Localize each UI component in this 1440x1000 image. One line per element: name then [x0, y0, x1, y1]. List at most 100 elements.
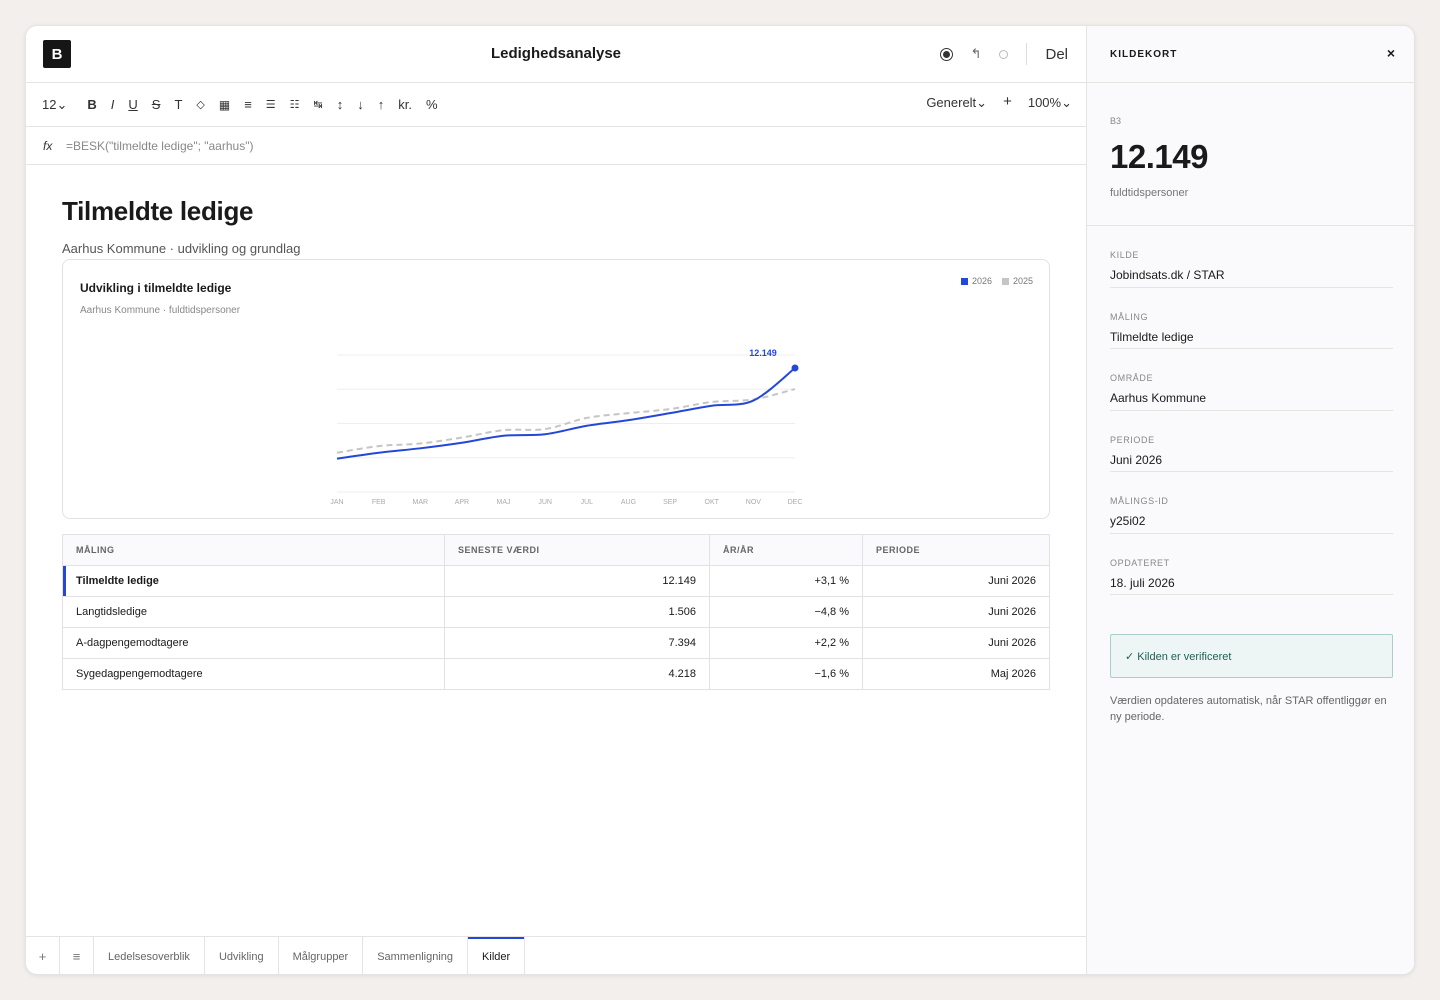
row-height-icon[interactable]: ↕: [337, 97, 344, 112]
sheet-tabs: + ≡ Ledelsesoverblik Udvikling Målgruppe…: [26, 936, 1086, 974]
italic-icon[interactable]: I: [111, 97, 115, 112]
record-icon[interactable]: [939, 47, 953, 61]
formula-input[interactable]: =BESK("tilmeldte ledige"; "aarhus"): [66, 139, 253, 153]
table-cell[interactable]: 1.506: [444, 596, 710, 628]
col-header-yoy[interactable]: ÅR/ÅR: [709, 534, 863, 566]
col-header-period[interactable]: PERIODE: [862, 534, 1050, 566]
zoom-select[interactable]: 100%⌄: [1028, 95, 1072, 111]
table-cell[interactable]: 12.149: [444, 565, 710, 597]
format-toolbar: 12⌄ B I U S T ◇ ▦ ≡ ☰ ☷ ↹ ↕ ↓ ↑ kr. % Ge…: [26, 83, 1086, 127]
tab-ledelsesoverblik[interactable]: Ledelsesoverblik: [94, 937, 205, 974]
field-updated: OPDATERET 18. juli 2026: [1110, 534, 1393, 595]
value-annotation: 12.149: [749, 348, 777, 358]
underline-icon[interactable]: U: [128, 97, 137, 112]
col-header-latest[interactable]: SENESTE VÆRDI: [444, 534, 710, 566]
table-header-row: MÅLING SENESTE VÆRDI ÅR/ÅR PERIODE: [62, 534, 1050, 566]
cell-value: 12.149: [1110, 138, 1208, 175]
sort-asc-icon[interactable]: ↑: [378, 97, 385, 112]
table-cell[interactable]: 7.394: [444, 627, 710, 659]
field-label: MÅLINGS-ID: [1110, 496, 1169, 506]
number-format-select[interactable]: Generelt⌄: [926, 95, 987, 111]
add-button[interactable]: +: [1003, 93, 1012, 111]
table-cell[interactable]: +3,1 %: [709, 565, 863, 597]
x-tick-label: AUG: [621, 499, 636, 506]
table-row[interactable]: Tilmeldte ledige 12.149 +3,1 % Juni 2026: [62, 565, 1050, 597]
wrap-icon[interactable]: ↹: [314, 98, 323, 111]
align-right-icon[interactable]: ☷: [290, 98, 300, 111]
table-cell[interactable]: Langtidsledige: [62, 596, 445, 628]
table-cell[interactable]: Tilmeldte ledige: [62, 565, 445, 597]
source-card-panel: KILDEKORT × B3 12.149 fuldtidspersoner K…: [1086, 26, 1414, 974]
table-row[interactable]: Sygedagpengemodtagere 4.218 −1,6 % Maj 2…: [62, 658, 1050, 690]
add-sheet-button[interactable]: +: [26, 937, 60, 974]
status-icon: [999, 49, 1009, 59]
sheet-menu-icon[interactable]: ≡: [60, 937, 94, 974]
tab-kilder[interactable]: Kilder: [468, 937, 526, 974]
strikethrough-icon[interactable]: S: [152, 97, 161, 112]
series-line-2026: [336, 367, 796, 460]
sort-desc-icon[interactable]: ↓: [357, 97, 364, 112]
x-tick-label: JUN: [538, 499, 552, 506]
x-tick-label: FEB: [372, 499, 386, 506]
align-center-icon[interactable]: ☰: [266, 98, 276, 111]
line-chart: 12.149 JAN FEB MAR APR MAJ JUN JUL AUG SEP OKT NOV D…: [330, 348, 803, 506]
share-button[interactable]: Del: [1045, 46, 1068, 63]
fx-label: fx: [43, 139, 53, 153]
field-value: y25i02: [1110, 514, 1146, 528]
table-cell[interactable]: −1,6 %: [709, 658, 863, 690]
table-row[interactable]: Langtidsledige 1.506 −4,8 % Juni 2026: [62, 596, 1050, 628]
field-label: OMRÅDE: [1110, 373, 1154, 383]
sheet-subtitle: Aarhus Kommune · udvikling og grundlag: [62, 241, 301, 256]
table-cell[interactable]: Juni 2026: [862, 596, 1050, 628]
toolbar-right: Generelt⌄ + 100%⌄: [926, 93, 1072, 111]
table-cell[interactable]: Juni 2026: [862, 627, 1050, 659]
field-label: OPDATERET: [1110, 557, 1170, 568]
font-size-select[interactable]: 12⌄: [42, 97, 67, 113]
table-cell[interactable]: A-dagpengemodtagere: [62, 627, 445, 659]
field-measure-id: MÅLINGS-ID y25i02: [1110, 472, 1393, 534]
chart-card[interactable]: Udvikling i tilmeldte ledige Aarhus Komm…: [62, 259, 1050, 519]
table-cell[interactable]: 4.218: [444, 658, 710, 690]
sheet-title: Tilmeldte ledige: [62, 196, 254, 226]
table-cell[interactable]: −4,8 %: [709, 596, 863, 628]
tab-sammenligning[interactable]: Sammenligning: [363, 937, 469, 974]
currency-format-button[interactable]: kr.: [398, 97, 412, 112]
align-left-icon[interactable]: ≡: [244, 97, 252, 112]
x-tick-label: DEC: [788, 499, 803, 506]
x-tick-label: MAR: [412, 499, 428, 506]
tab-udvikling[interactable]: Udvikling: [205, 937, 279, 974]
undo-icon[interactable]: ↰: [971, 46, 982, 62]
table-cell[interactable]: Sygedagpengemodtagere: [62, 658, 445, 690]
field-period: PERIODE Juni 2026: [1110, 411, 1393, 472]
table-cell[interactable]: Maj 2026: [862, 658, 1050, 690]
spreadsheet-area: B Ledighedsanalyse ↰ Del 12⌄ B I U S T ◇…: [26, 26, 1086, 974]
field-label: MÅLING: [1110, 311, 1149, 322]
source-fields: KILDE Jobindsats.dk / STAR MÅLING Tilmeldt…: [1110, 226, 1393, 595]
cell-unit: fuldtidspersoner: [1110, 187, 1189, 199]
x-tick-label: JAN: [330, 499, 343, 506]
field-value: Jobindsats.dk / STAR: [1110, 268, 1225, 282]
top-bar: B Ledighedsanalyse ↰ Del: [26, 26, 1086, 83]
table-cell[interactable]: +2,2 %: [709, 627, 863, 659]
table-cell[interactable]: Juni 2026: [862, 565, 1050, 597]
x-tick-label: JUL: [581, 499, 594, 506]
formula-bar: fx =BESK("tilmeldte ledige"; "aarhus"): [26, 127, 1086, 165]
bold-icon[interactable]: B: [87, 97, 96, 112]
x-tick-label: NOV: [746, 499, 762, 506]
borders-icon[interactable]: ▦: [219, 98, 230, 112]
document-title[interactable]: Ledighedsanalyse: [26, 45, 1086, 62]
close-icon[interactable]: ×: [1387, 45, 1395, 61]
col-header-measure[interactable]: MÅLING: [62, 534, 445, 566]
panel-header: KILDEKORT ×: [1087, 26, 1414, 83]
field-value: 18. juli 2026: [1110, 575, 1175, 590]
fill-color-icon[interactable]: ◇: [196, 98, 204, 111]
last-point-marker: [791, 364, 799, 372]
x-tick-label: OKT: [705, 499, 720, 506]
table-row[interactable]: A-dagpengemodtagere 7.394 +2,2 % Juni 20…: [62, 627, 1050, 659]
tab-malgrupper[interactable]: Målgrupper: [279, 937, 364, 974]
field-area: OMRÅDE Aarhus Kommune: [1110, 349, 1393, 411]
text-color-icon[interactable]: T: [174, 97, 182, 112]
cell-reference: B3: [1110, 116, 1122, 126]
field-source: KILDE Jobindsats.dk / STAR: [1110, 226, 1393, 288]
percent-format-button[interactable]: %: [426, 97, 438, 112]
